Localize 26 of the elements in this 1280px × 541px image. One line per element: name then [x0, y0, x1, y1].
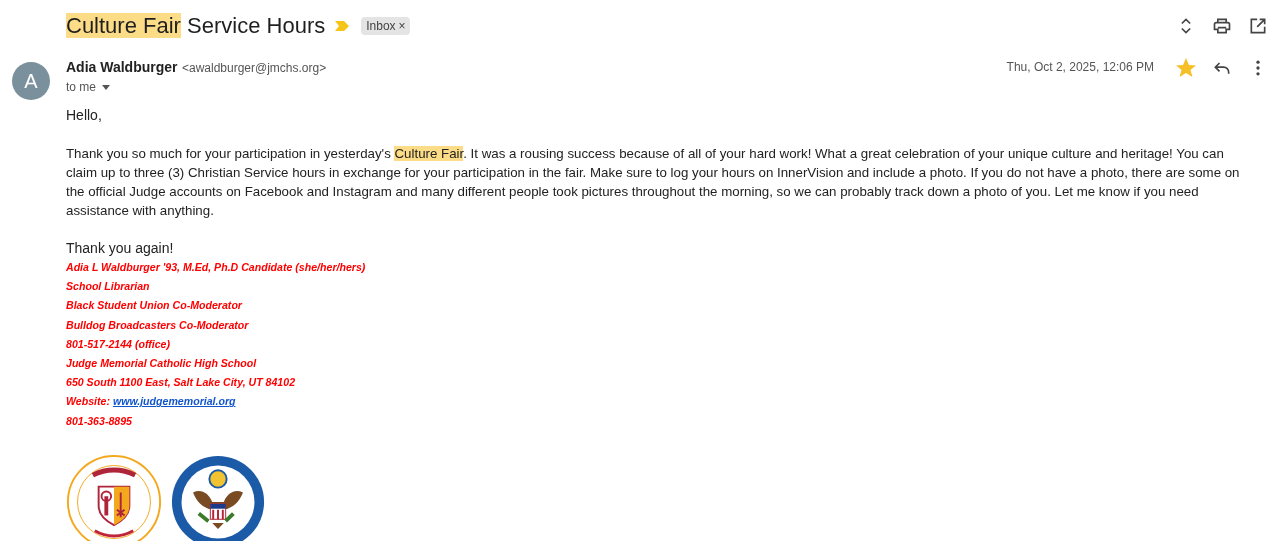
- message-paragraph: Thank you so much for your participation in yesterday's Culture Fair. It was a rousing success because of all of your hard work! What a great celebration of your unique culture and heritage! You can claim up to three (3) Christian Service hours in exchange for your participation in the fair. Make sure to log your hours on InnerVision and include a photo. If you do not have a photo, there are some on the official Judge accounts on Facebook and Instagram and many different people took pictures throughout the morning, so we can probably track down a photo of you. Let me know if you need assistance with anything.: [66, 145, 1241, 220]
- sender-avatar: A: [12, 62, 50, 100]
- remove-label-button[interactable]: ×: [398, 19, 406, 33]
- recipient-dropdown[interactable]: to me: [66, 80, 110, 94]
- signature-line: Website:: [66, 395, 110, 408]
- email-subject: Culture Fair Service Hours: [66, 13, 326, 39]
- signature-line: 801-517-2144 (office): [66, 336, 172, 352]
- message-date: Thu, Oct 2, 2025, 12:06 PM: [1006, 60, 1154, 74]
- inbox-label: Inbox ×: [361, 17, 410, 35]
- closing-line: Thank you again!: [66, 239, 175, 258]
- print-icon[interactable]: [1212, 16, 1232, 36]
- signature-line: 801-363-8895: [66, 413, 133, 429]
- signature-line: School Librarian: [66, 279, 151, 295]
- signature-line: Black Student Union Co-Moderator: [66, 298, 244, 314]
- star-icon[interactable]: [1176, 58, 1196, 78]
- signature-line: Judge Memorial Catholic High School: [66, 356, 258, 371]
- signature-line: Adia L Waldburger '93, M.Ed, Ph.D Candidate (she/her/hers): [66, 260, 367, 275]
- website-link[interactable]: www.judgememorial.org: [112, 395, 236, 408]
- signature-line: 650 South 1100 East, Salt Lake City, UT 84102: [66, 375, 297, 391]
- sender-name: Adia Waldburger: [66, 59, 178, 75]
- signature-line: Bulldog Broadcasters Co-Moderator: [66, 317, 250, 333]
- open-in-new-window-icon[interactable]: [1248, 16, 1268, 36]
- caret-icon: [102, 84, 110, 90]
- greeting: Hello,: [66, 106, 103, 125]
- sender-email: <awaldburger@jmchs.org>: [181, 61, 327, 75]
- importance-marker-icon[interactable]: [335, 21, 350, 31]
